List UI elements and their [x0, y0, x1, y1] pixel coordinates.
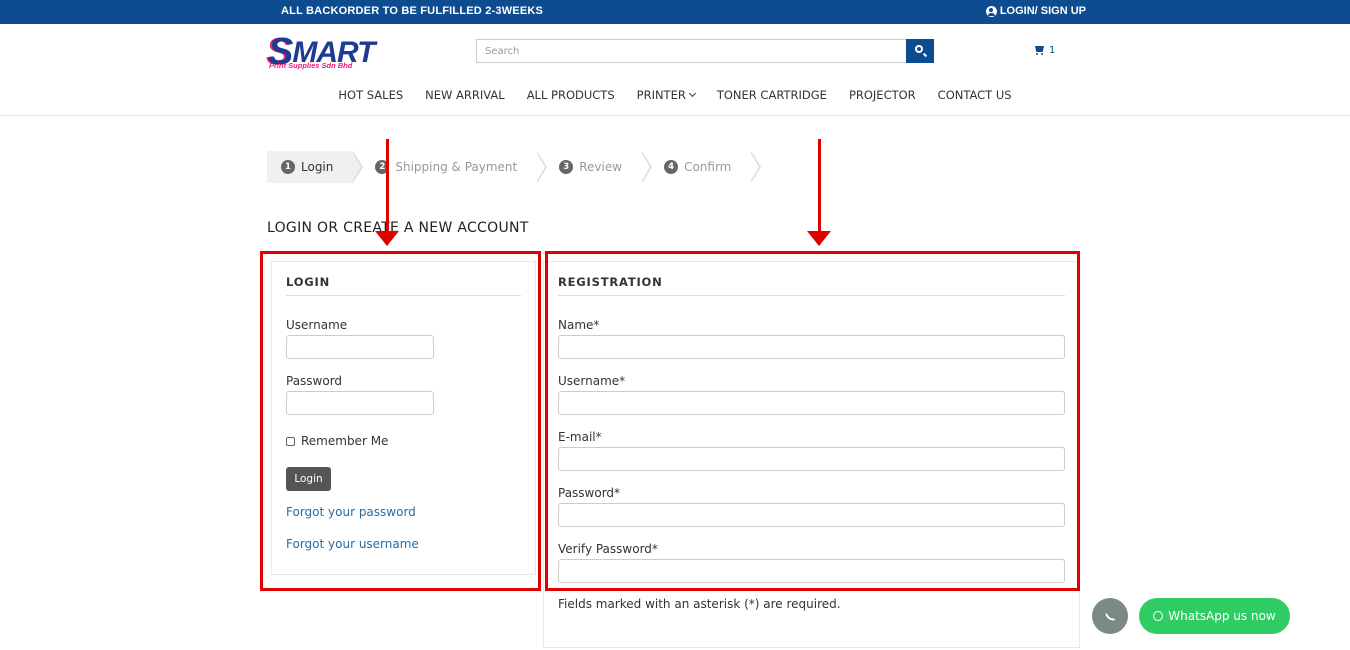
- remember-me[interactable]: Remember Me: [286, 434, 388, 448]
- reg-name-label: Name*: [558, 318, 600, 332]
- cart-count: 1: [1049, 45, 1056, 56]
- login-username-input[interactable]: [286, 335, 434, 359]
- login-heading-divider: [286, 295, 521, 296]
- backorder-message: ALL BACKORDER TO BE FULFILLED 2-3WEEKS: [281, 5, 544, 17]
- step-label: Shipping & Payment: [395, 160, 518, 174]
- nav-contact-us[interactable]: CONTACT US: [927, 88, 1023, 102]
- logo-tagline: Print Supplies Sdn Bhd: [269, 61, 353, 70]
- site-logo[interactable]: SMART Print Supplies Sdn Bhd: [268, 29, 375, 73]
- cart-icon: [1034, 46, 1045, 55]
- registration-heading: REGISTRATION: [558, 275, 663, 289]
- login-password-input[interactable]: [286, 391, 434, 415]
- nav-new-arrival[interactable]: NEW ARRIVAL: [414, 88, 516, 102]
- nav-hot-sales[interactable]: HOT SALES: [327, 88, 414, 102]
- phone-icon: [1104, 610, 1116, 622]
- login-username-label: Username: [286, 318, 348, 332]
- registration-panel: REGISTRATION Name* Username* E-mail* Pas…: [543, 261, 1080, 648]
- annotation-arrow-registration: [807, 139, 831, 246]
- step-label: Confirm: [684, 160, 732, 174]
- cart-link[interactable]: 1: [1034, 45, 1055, 56]
- login-signup-link[interactable]: LOGIN/ SIGN UP: [985, 5, 1086, 17]
- checkout-steps: 1 Login 2 Shipping & Payment 3 Review 4 …: [267, 151, 762, 183]
- reg-email-label: E-mail*: [558, 430, 602, 444]
- reg-username-label: Username*: [558, 374, 626, 388]
- step-review[interactable]: 3 Review: [537, 151, 653, 183]
- remember-me-label: Remember Me: [301, 434, 389, 448]
- login-password-label: Password: [286, 374, 343, 388]
- login-signup-label: LOGIN/ SIGN UP: [999, 5, 1086, 17]
- annotation-arrow-login: [375, 139, 399, 246]
- reg-password-input[interactable]: [558, 503, 1065, 527]
- step-confirm[interactable]: 4 Confirm: [642, 151, 762, 183]
- nav-toner-cartridge[interactable]: TONER CARTRIDGE: [706, 88, 838, 102]
- whatsapp-icon: [1153, 611, 1164, 621]
- step-login[interactable]: 1 Login: [267, 151, 364, 183]
- whatsapp-label: WhatsApp us now: [1168, 609, 1276, 623]
- step-shipping-payment[interactable]: 2 Shipping & Payment: [353, 151, 548, 183]
- reg-verify-password-label: Verify Password*: [558, 542, 658, 556]
- forgot-password-link[interactable]: Forgot your password: [286, 505, 416, 519]
- top-announcement-bar: ALL BACKORDER TO BE FULFILLED 2-3WEEKS L…: [0, 0, 1350, 24]
- reg-password-label: Password*: [558, 486, 621, 500]
- step-number: 3: [559, 160, 574, 174]
- search-icon: [915, 45, 923, 53]
- reg-verify-password-input[interactable]: [558, 559, 1065, 583]
- remember-me-checkbox[interactable]: [286, 436, 295, 446]
- chevron-down-icon: [688, 89, 696, 98]
- step-number: 1: [281, 160, 295, 174]
- step-label: Review: [579, 160, 623, 174]
- whatsapp-button[interactable]: WhatsApp us now: [1139, 598, 1290, 634]
- call-button[interactable]: [1092, 598, 1128, 634]
- nav-projector[interactable]: PROJECTOR: [838, 88, 927, 102]
- nav-printer[interactable]: PRINTER: [626, 88, 706, 102]
- reg-username-input[interactable]: [558, 391, 1065, 415]
- search-button[interactable]: [906, 39, 934, 63]
- nav-all-products[interactable]: ALL PRODUCTS: [516, 88, 626, 102]
- login-panel: LOGIN Username Password Remember Me Logi…: [271, 261, 536, 575]
- main-navigation: HOT SALES NEW ARRIVAL ALL PRODUCTS PRINT…: [0, 88, 1350, 102]
- forgot-username-link[interactable]: Forgot your username: [286, 537, 419, 551]
- search-bar: [476, 39, 934, 63]
- reg-email-input[interactable]: [558, 447, 1065, 471]
- login-button[interactable]: Login: [286, 467, 331, 491]
- reg-name-input[interactable]: [558, 335, 1065, 359]
- user-icon: [985, 5, 997, 17]
- search-input[interactable]: [476, 39, 906, 63]
- step-number: 4: [664, 160, 679, 174]
- login-heading: LOGIN: [286, 275, 331, 289]
- registration-heading-divider: [558, 295, 1065, 296]
- header-divider: [0, 115, 1350, 116]
- step-label: Login: [301, 160, 334, 174]
- required-fields-note: Fields marked with an asterisk (*) are r…: [558, 597, 841, 611]
